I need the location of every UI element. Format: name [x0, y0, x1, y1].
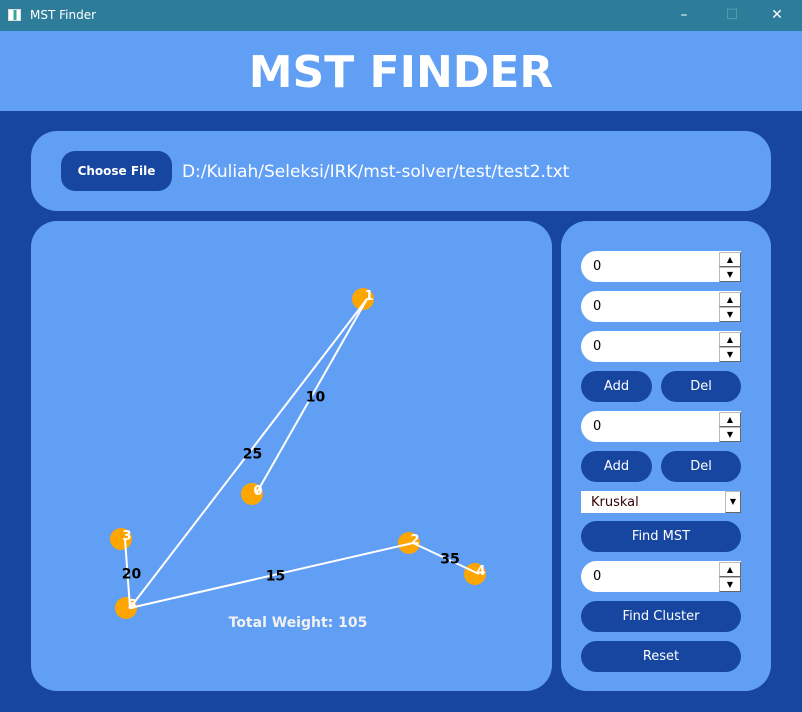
- delete-edge-button[interactable]: Del: [661, 371, 741, 402]
- spin-up-icon[interactable]: ▲: [719, 252, 741, 267]
- app-icon: [8, 9, 21, 21]
- add-edge-button[interactable]: Add: [581, 371, 652, 402]
- window-title: MST Finder: [30, 8, 97, 22]
- spin-down-icon[interactable]: ▼: [719, 267, 741, 282]
- maximize-button[interactable]: ☐: [712, 4, 752, 26]
- spin-up-icon[interactable]: ▲: [719, 562, 741, 577]
- edge-weight-label: 10: [306, 390, 326, 406]
- graph-canvas: 10 25 20 15 35 0 1 2 3 4 5 Total Weight: 105: [110, 288, 486, 631]
- edge-weight-label: 20: [122, 567, 142, 583]
- cluster-count-spinbox[interactable]: 0 ▲ ▼: [581, 561, 741, 592]
- find-cluster-button[interactable]: Find Cluster: [581, 601, 741, 632]
- spin-down-icon[interactable]: ▼: [719, 427, 741, 442]
- node-to-spinbox[interactable]: 0 ▲ ▼: [581, 291, 741, 322]
- weight-spinbox[interactable]: 0 ▲ ▼: [581, 331, 741, 362]
- node-label: 4: [476, 564, 485, 579]
- spin-down-icon[interactable]: ▼: [719, 577, 741, 592]
- file-path: D:/Kuliah/Seleksi/IRK/mst-solver/test/te…: [182, 162, 570, 182]
- algorithm-select[interactable]: Kruskal ▼: [581, 491, 741, 513]
- edge-weight-label: 35: [440, 552, 459, 568]
- node-label: 1: [364, 289, 373, 304]
- node-from-spinbox[interactable]: 0 ▲ ▼: [581, 251, 741, 282]
- node-label: 5: [127, 598, 136, 613]
- edge-weight-label: 15: [266, 569, 285, 585]
- close-button[interactable]: ✕: [757, 4, 797, 26]
- node-spinbox[interactable]: 0 ▲ ▼: [581, 411, 741, 442]
- spin-up-icon[interactable]: ▲: [719, 292, 741, 307]
- node-label: 2: [410, 533, 419, 548]
- minimize-button[interactable]: –: [664, 4, 704, 26]
- spin-up-icon[interactable]: ▲: [719, 412, 741, 427]
- page-title: MST FINDER: [0, 31, 802, 111]
- spin-down-icon[interactable]: ▼: [719, 347, 741, 362]
- add-node-button[interactable]: Add: [581, 451, 652, 482]
- node-label: 0: [253, 484, 262, 499]
- find-mst-button[interactable]: Find MST: [581, 521, 741, 552]
- choose-file-button[interactable]: Choose File: [61, 151, 172, 191]
- total-weight-label: Total Weight: 105: [229, 615, 368, 631]
- delete-node-button[interactable]: Del: [661, 451, 741, 482]
- edge-weight-label: 25: [243, 447, 262, 463]
- spin-up-icon[interactable]: ▲: [719, 332, 741, 347]
- spin-down-icon[interactable]: ▼: [719, 307, 741, 322]
- title-bar: MST Finder – ☐ ✕: [0, 0, 802, 31]
- reset-button[interactable]: Reset: [581, 641, 741, 672]
- chevron-down-icon[interactable]: ▼: [725, 491, 741, 513]
- node-label: 3: [122, 529, 131, 544]
